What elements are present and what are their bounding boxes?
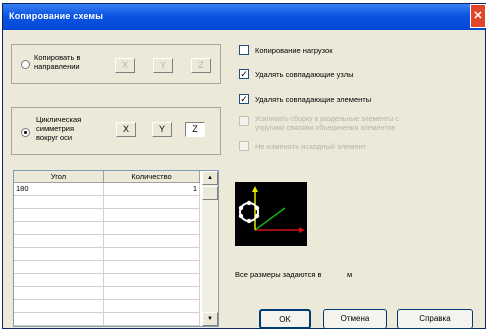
copy-direction-label: Копировать в — [34, 53, 81, 62]
cyclic-symmetry-radio[interactable] — [21, 128, 30, 137]
cell-count[interactable] — [104, 196, 200, 209]
table-row[interactable] — [14, 209, 200, 222]
cyclic-symmetry-label-2: симметрия — [36, 124, 75, 133]
cell-angle[interactable]: 180 — [14, 183, 104, 196]
ring-node — [254, 205, 260, 211]
cyclic-y-button[interactable]: Y — [152, 122, 172, 137]
cell-angle[interactable] — [14, 209, 104, 222]
help-button[interactable]: Справка — [397, 309, 473, 329]
table-row[interactable] — [14, 248, 200, 261]
column-header-angle[interactable]: Угол — [14, 171, 104, 183]
ok-button[interactable]: OK — [259, 309, 311, 329]
ring-node — [246, 218, 252, 224]
y-axis-line — [254, 207, 286, 231]
cyclic-symmetry-label: Циклическая — [36, 115, 82, 124]
copy-direction-radio[interactable] — [21, 60, 30, 69]
delete-coincident-elements-label: Удалять совпадающие элементы — [255, 95, 372, 104]
cell-angle[interactable] — [14, 222, 104, 235]
column-header-count[interactable]: Количество — [104, 171, 200, 183]
keep-source-checkbox[interactable] — [239, 141, 249, 151]
ring-node — [238, 213, 244, 219]
scroll-down-button[interactable]: ▼ — [202, 312, 218, 326]
axes-preview-icon — [235, 182, 307, 246]
table-row[interactable] — [14, 287, 200, 300]
cell-angle[interactable] — [14, 248, 104, 261]
copy-loads-label: Копирование нагрузок — [255, 46, 333, 55]
cell-count[interactable]: 1 — [104, 183, 200, 196]
table-row[interactable] — [14, 235, 200, 248]
copy-direction-y-button[interactable]: Y — [153, 58, 173, 73]
cell-angle[interactable] — [14, 287, 104, 300]
cyclic-z-button[interactable]: Z — [185, 122, 205, 137]
cell-angle[interactable] — [14, 261, 104, 274]
table-row[interactable] — [14, 196, 200, 209]
cell-angle[interactable] — [14, 235, 104, 248]
scroll-thumb[interactable] — [202, 186, 218, 200]
angle-count-table[interactable]: Угол Количество 180 1 ▲ ▼ — [13, 170, 219, 327]
keep-source-label: Не изменять исходный элемент — [255, 142, 367, 151]
copy-loads-checkbox[interactable] — [239, 45, 249, 55]
split-assembly-label: Усиливать сборку в раздельные элементы с — [255, 116, 399, 123]
delete-coincident-elements-checkbox[interactable]: ✓ — [239, 94, 249, 104]
copy-scheme-dialog: Копирование схемы ✕ Копировать в направл… — [2, 3, 486, 329]
table-row[interactable] — [14, 274, 200, 287]
cell-count[interactable] — [104, 235, 200, 248]
title-bar[interactable]: Копирование схемы — [3, 4, 485, 30]
ring-node — [246, 200, 252, 206]
z-axis-arrow — [252, 186, 258, 192]
close-button[interactable]: ✕ — [470, 4, 486, 28]
cell-count[interactable] — [104, 300, 200, 313]
table-row[interactable] — [14, 222, 200, 235]
cyclic-symmetry-label-3: вокруг оси — [36, 133, 73, 142]
table-row[interactable]: 180 1 — [14, 183, 200, 196]
cell-count[interactable] — [104, 209, 200, 222]
cell-angle[interactable] — [14, 196, 104, 209]
scroll-up-button[interactable]: ▲ — [202, 171, 218, 185]
copy-direction-label-2: направлении — [34, 62, 80, 71]
cyclic-x-button[interactable]: X — [116, 122, 136, 137]
ring-node — [238, 205, 244, 211]
delete-coincident-nodes-checkbox[interactable]: ✓ — [239, 69, 249, 79]
cell-count[interactable] — [104, 261, 200, 274]
split-assembly-label-2: упругими связями объединения элементов — [255, 125, 396, 132]
cell-count[interactable] — [104, 287, 200, 300]
cell-count[interactable] — [104, 222, 200, 235]
ring-node — [254, 213, 260, 219]
table-row[interactable] — [14, 261, 200, 274]
table-row[interactable] — [14, 313, 200, 326]
copy-direction-x-button[interactable]: X — [115, 58, 135, 73]
cell-angle[interactable] — [14, 313, 104, 326]
cell-count[interactable] — [104, 248, 200, 261]
table-header: Угол Количество — [14, 171, 200, 183]
cell-angle[interactable] — [14, 274, 104, 287]
units-note: Все размеры задаются в — [235, 270, 322, 279]
window-title: Копирование схемы — [9, 11, 104, 21]
split-assembly-checkbox[interactable] — [239, 116, 249, 126]
copy-direction-z-button[interactable]: Z — [191, 58, 211, 73]
cell-angle[interactable] — [14, 300, 104, 313]
cell-count[interactable] — [104, 274, 200, 287]
delete-coincident-nodes-label: Удалять совпадающие узлы — [255, 70, 354, 79]
table-row[interactable] — [14, 300, 200, 313]
cancel-button[interactable]: Отмена — [323, 309, 387, 329]
cell-count[interactable] — [104, 313, 200, 326]
table-scrollbar[interactable]: ▲ ▼ — [202, 171, 218, 326]
units-value: м — [347, 270, 353, 279]
x-axis-arrow — [299, 227, 305, 233]
